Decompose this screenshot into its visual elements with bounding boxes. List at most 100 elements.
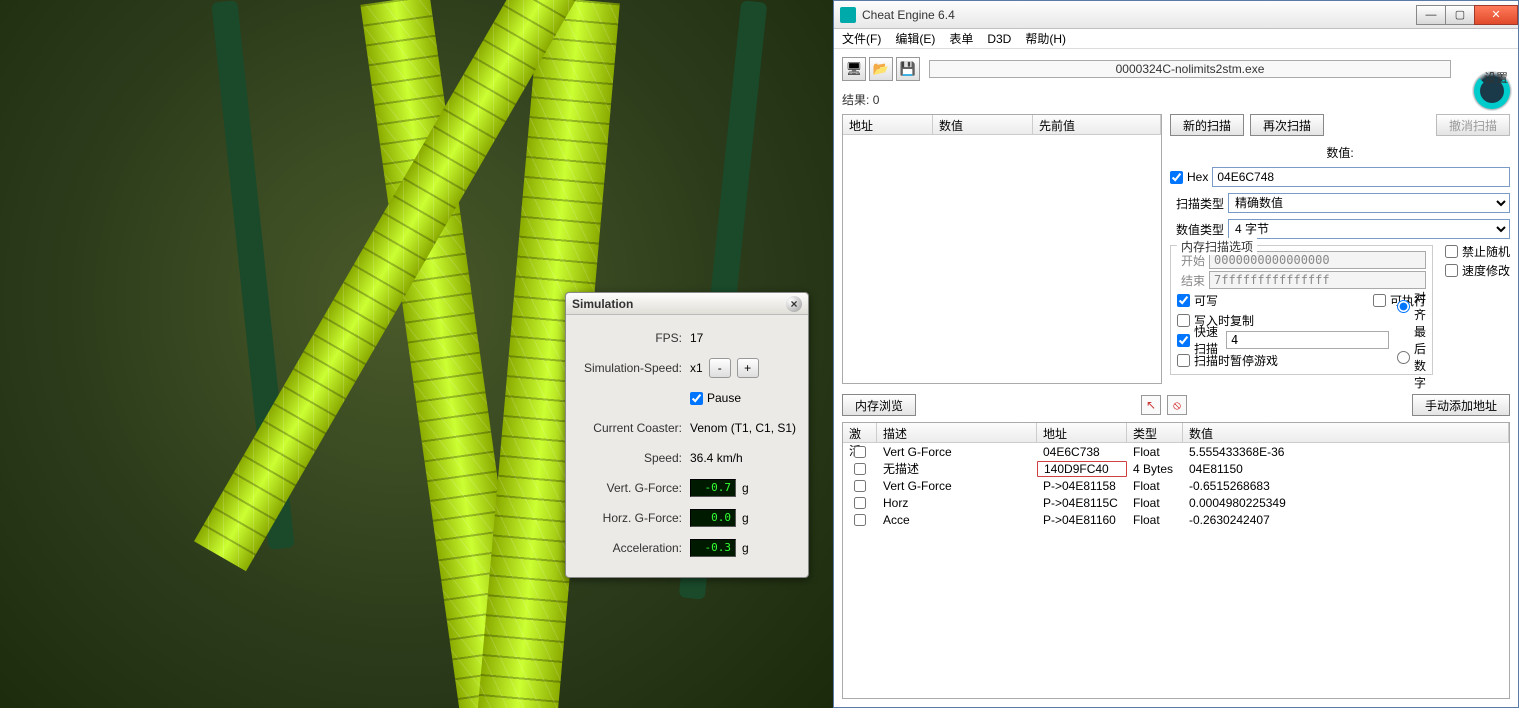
- settings-link[interactable]: 设置: [1484, 69, 1508, 86]
- hgf-value: 0.0: [690, 509, 736, 527]
- valtype-select[interactable]: 4 字节: [1228, 219, 1510, 239]
- table-row[interactable]: AcceP->04E81160Float-0.2630242407: [843, 511, 1509, 528]
- menu-edit[interactable]: 编辑(E): [895, 30, 935, 47]
- simulation-title-text: Simulation: [572, 297, 633, 311]
- maximize-button[interactable]: ▢: [1445, 5, 1475, 25]
- speedhack-checkbox[interactable]: [1445, 264, 1458, 277]
- ce-toolbar: 🖥 📂 💾 0000324C-nolimits2stm.exe: [834, 49, 1518, 89]
- row-type: Float: [1127, 479, 1183, 493]
- row-active-checkbox[interactable]: [854, 497, 866, 509]
- row-desc: Vert G-Force: [877, 479, 1037, 493]
- simspeed-minus-button[interactable]: -: [709, 358, 731, 378]
- row-type: Float: [1127, 445, 1183, 459]
- results-label: 结果:: [842, 93, 869, 107]
- pause-label: Pause: [707, 391, 741, 405]
- row-addr: P->04E81160: [1037, 513, 1127, 527]
- new-scan-button[interactable]: 新的扫描: [1170, 114, 1244, 136]
- row-active-checkbox[interactable]: [854, 446, 866, 458]
- col-addr[interactable]: 地址: [1037, 423, 1127, 442]
- executable-checkbox[interactable]: [1373, 294, 1386, 307]
- row-active-checkbox[interactable]: [854, 514, 866, 526]
- hex-checkbox[interactable]: [1170, 171, 1183, 184]
- speed-label: Speed:: [576, 451, 690, 465]
- close-button[interactable]: ✕: [1474, 5, 1518, 25]
- simspeed-value: x1: [690, 361, 703, 375]
- row-value: 5.555433368E-36: [1183, 445, 1509, 459]
- col-desc[interactable]: 描述: [877, 423, 1037, 442]
- scantype-select[interactable]: 精确数值: [1228, 193, 1510, 213]
- open-process-button[interactable]: 🖥: [842, 57, 866, 81]
- menu-table[interactable]: 表单: [949, 30, 973, 47]
- row-value: 04E81150: [1183, 462, 1509, 476]
- row-addr: 04E6C738: [1037, 445, 1127, 459]
- vgf-label: Vert. G-Force:: [576, 481, 690, 495]
- open-file-button[interactable]: 📂: [869, 57, 893, 81]
- found-addresses-list[interactable]: 地址 数值 先前值: [842, 114, 1162, 384]
- col-previous[interactable]: 先前值: [1033, 115, 1161, 134]
- coaster-value: Venom (T1, C1, S1): [690, 421, 796, 435]
- stop-icon[interactable]: ⦸: [1167, 395, 1187, 415]
- table-row[interactable]: Vert G-ForceP->04E81158Float-0.651526868…: [843, 477, 1509, 494]
- simspeed-plus-button[interactable]: +: [737, 358, 759, 378]
- valtype-label: 数值类型: [1170, 221, 1224, 238]
- pausewhile-checkbox[interactable]: [1177, 354, 1190, 367]
- col-value[interactable]: 数值: [1183, 423, 1509, 442]
- fastscan-value[interactable]: [1226, 331, 1389, 349]
- ce-app-icon: [840, 7, 856, 23]
- hgf-label: Horz. G-Force:: [576, 511, 690, 525]
- col-value[interactable]: 数值: [933, 115, 1033, 134]
- manual-add-button[interactable]: 手动添加地址: [1412, 394, 1510, 416]
- pause-checkbox[interactable]: [690, 392, 703, 405]
- col-active[interactable]: 激活: [843, 423, 877, 442]
- norandom-checkbox[interactable]: [1445, 245, 1458, 258]
- writable-checkbox[interactable]: [1177, 294, 1190, 307]
- hex-label: Hex: [1187, 170, 1208, 184]
- minimize-button[interactable]: —: [1416, 5, 1446, 25]
- simulation-titlebar[interactable]: Simulation ×: [566, 293, 808, 315]
- g-unit: g: [742, 541, 749, 555]
- vgf-value: -0.7: [690, 479, 736, 497]
- g-unit: g: [742, 511, 749, 525]
- stop-label: 结束: [1177, 272, 1205, 289]
- col-type[interactable]: 类型: [1127, 423, 1183, 442]
- row-desc: 无描述: [877, 460, 1037, 477]
- row-value: -0.6515268683: [1183, 479, 1509, 493]
- stop-input[interactable]: [1209, 271, 1426, 289]
- menu-file[interactable]: 文件(F): [842, 30, 881, 47]
- scantype-label: 扫描类型: [1170, 195, 1224, 212]
- ce-titlebar[interactable]: Cheat Engine 6.4 — ▢ ✕: [834, 1, 1518, 29]
- ce-title-text: Cheat Engine 6.4: [862, 8, 955, 22]
- fps-label: FPS:: [576, 331, 690, 345]
- row-type: Float: [1127, 496, 1183, 510]
- lastdigit-radio[interactable]: [1397, 351, 1410, 364]
- save-button[interactable]: 💾: [896, 57, 920, 81]
- fps-value: 17: [690, 331, 703, 345]
- fastscan-checkbox[interactable]: [1177, 334, 1190, 347]
- row-addr: P->04E81158: [1037, 479, 1127, 493]
- table-row[interactable]: Vert G-Force04E6C738Float5.555433368E-36: [843, 443, 1509, 460]
- close-icon[interactable]: ×: [786, 296, 802, 312]
- pointer-icon[interactable]: ↖: [1141, 395, 1161, 415]
- col-address[interactable]: 地址: [843, 115, 933, 134]
- align-radio[interactable]: [1397, 300, 1410, 313]
- value-input[interactable]: [1212, 167, 1510, 187]
- menu-help[interactable]: 帮助(H): [1025, 30, 1066, 47]
- acc-value: -0.3: [690, 539, 736, 557]
- simulation-dialog: Simulation × FPS: 17 Simulation-Speed: x…: [565, 292, 809, 578]
- row-active-checkbox[interactable]: [854, 480, 866, 492]
- g-unit: g: [742, 481, 749, 495]
- row-addr: 140D9FC40: [1037, 461, 1127, 477]
- row-active-checkbox[interactable]: [854, 463, 866, 475]
- next-scan-button[interactable]: 再次扫描: [1250, 114, 1324, 136]
- value-section-label: 数值:: [1170, 144, 1510, 161]
- results-value: 0: [873, 93, 880, 107]
- memory-browse-button[interactable]: 内存浏览: [842, 394, 916, 416]
- speed-value: 36.4 km/h: [690, 451, 743, 465]
- ce-menubar: 文件(F) 编辑(E) 表单 D3D 帮助(H): [834, 29, 1518, 49]
- simspeed-label: Simulation-Speed:: [576, 361, 690, 375]
- table-row[interactable]: HorzP->04E8115CFloat0.0004980225349: [843, 494, 1509, 511]
- row-type: Float: [1127, 513, 1183, 527]
- cheatengine-window: Cheat Engine 6.4 — ▢ ✕ 文件(F) 编辑(E) 表单 D3…: [833, 0, 1519, 708]
- menu-d3d[interactable]: D3D: [987, 32, 1011, 46]
- table-row[interactable]: 无描述140D9FC404 Bytes04E81150: [843, 460, 1509, 477]
